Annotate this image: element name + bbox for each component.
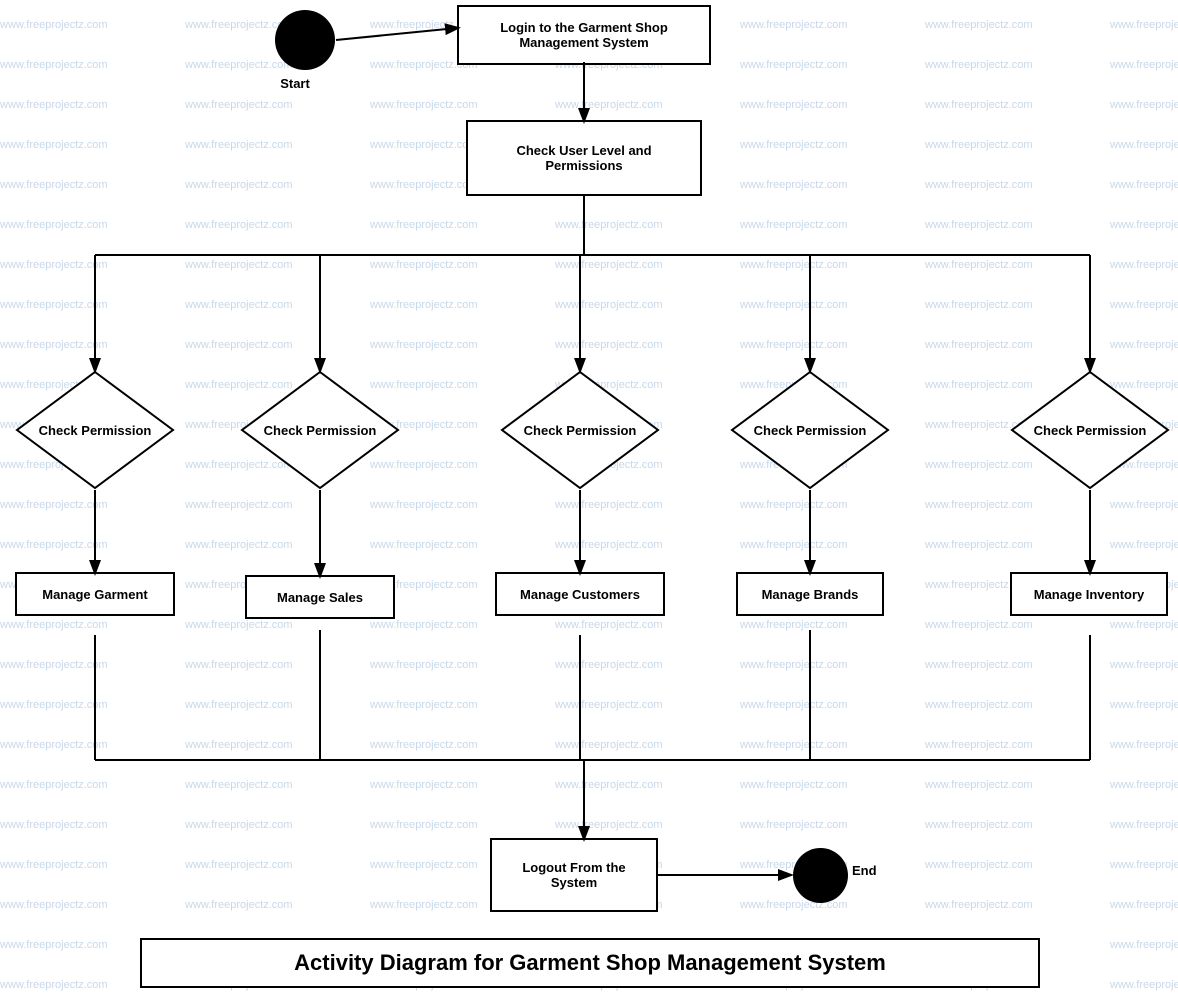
diamond-3: Check Permission xyxy=(500,370,660,490)
manage-inventory-node: Manage Inventory xyxy=(1010,572,1168,616)
diamond-2: Check Permission xyxy=(240,370,400,490)
manage-sales-node: Manage Sales xyxy=(245,575,395,619)
login-node: Login to the Garment Shop Management Sys… xyxy=(457,5,711,65)
logout-node: Logout From the System xyxy=(490,838,658,912)
diagram-title: Activity Diagram for Garment Shop Manage… xyxy=(140,938,1040,988)
diagram-container: www.freeprojectz.com xyxy=(0,0,1178,994)
end-node xyxy=(793,848,848,903)
manage-brands-node: Manage Brands xyxy=(736,572,884,616)
manage-customers-node: Manage Customers xyxy=(495,572,665,616)
check-user-level-node: Check User Level and Permissions xyxy=(466,120,702,196)
diamond-4: Check Permission xyxy=(730,370,890,490)
diamond-1: Check Permission xyxy=(15,370,175,490)
end-label: End xyxy=(852,863,877,878)
start-label: Start xyxy=(265,76,325,91)
diamond-5: Check Permission xyxy=(1010,370,1170,490)
manage-garment-node: Manage Garment xyxy=(15,572,175,616)
start-node xyxy=(275,10,335,70)
